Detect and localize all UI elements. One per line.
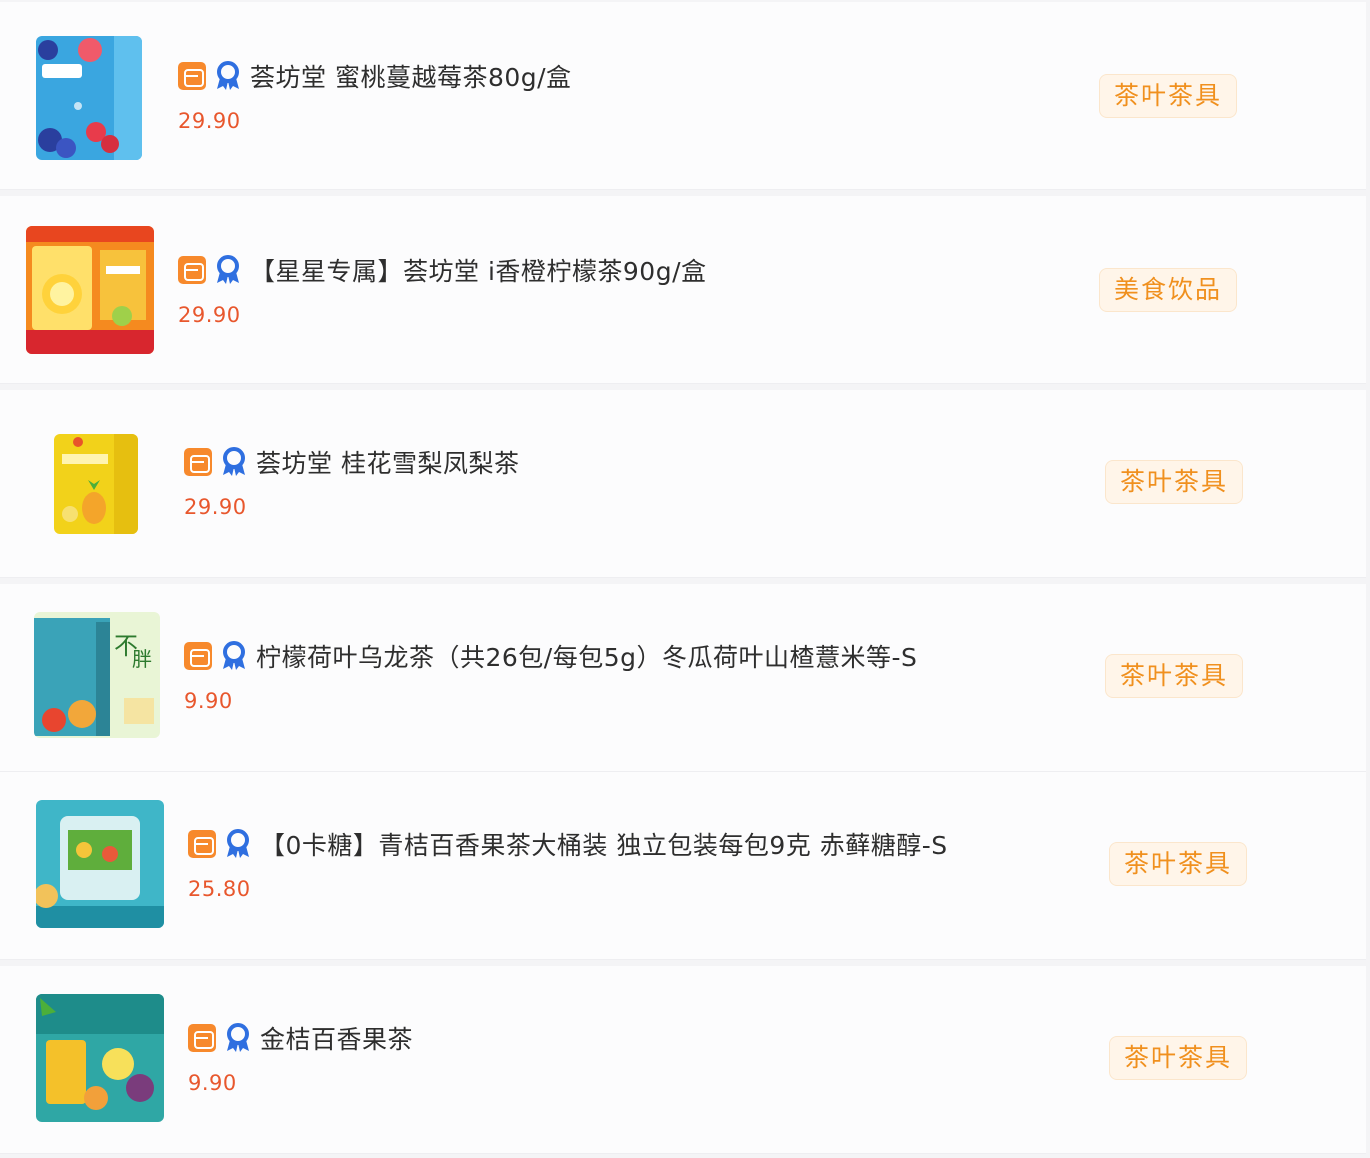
shop-icon <box>178 256 206 284</box>
list-item[interactable]: 荟坊堂 蜜桃蔓越莓茶80g/盒 29.90 茶叶茶具 <box>0 2 1366 190</box>
shop-icon <box>178 62 206 90</box>
product-price: 25.80 <box>188 877 251 901</box>
product-image[interactable] <box>36 800 164 928</box>
product-list: 荟坊堂 蜜桃蔓越莓茶80g/盒 29.90 茶叶茶具 【星星专属】荟坊堂 i香橙… <box>0 0 1370 1158</box>
product-title[interactable]: 荟坊堂 蜜桃蔓越莓茶80g/盒 <box>250 58 572 94</box>
category-tag[interactable]: 茶叶茶具 <box>1109 1036 1247 1080</box>
list-item[interactable]: 【星星专属】荟坊堂 i香橙柠檬茶90g/盒 29.90 美食饮品 <box>0 196 1366 384</box>
award-badge-icon <box>214 61 242 91</box>
product-image[interactable] <box>26 226 154 354</box>
product-price: 29.90 <box>178 303 241 327</box>
svg-text:胖: 胖 <box>132 647 152 671</box>
award-badge-icon <box>220 447 248 477</box>
product-title[interactable]: 金桔百香果茶 <box>260 1020 413 1056</box>
product-price: 29.90 <box>178 109 241 133</box>
shop-icon <box>188 830 216 858</box>
list-item[interactable]: 不 胖 柠檬荷叶乌龙茶（共26包/每包5g）冬瓜荷叶山楂薏米等-S 9.90 茶… <box>0 584 1366 772</box>
product-image[interactable] <box>36 36 142 160</box>
product-title[interactable]: 【0卡糖】青桔百香果茶大桶装 独立包装每包9克 赤藓糖醇-S <box>260 826 948 862</box>
product-price: 29.90 <box>184 495 247 519</box>
category-tag[interactable]: 茶叶茶具 <box>1099 74 1237 118</box>
shop-icon <box>184 642 212 670</box>
award-badge-icon <box>214 255 242 285</box>
shop-icon <box>188 1024 216 1052</box>
product-price: 9.90 <box>184 689 233 713</box>
list-item[interactable]: 荟坊堂 桂花雪梨凤梨茶 29.90 茶叶茶具 <box>0 390 1366 578</box>
award-badge-icon <box>224 829 252 859</box>
category-tag[interactable]: 美食饮品 <box>1099 268 1237 312</box>
list-item[interactable]: 【0卡糖】青桔百香果茶大桶装 独立包装每包9克 赤藓糖醇-S 25.80 茶叶茶… <box>0 772 1366 960</box>
product-title[interactable]: 柠檬荷叶乌龙茶（共26包/每包5g）冬瓜荷叶山楂薏米等-S <box>256 638 917 674</box>
product-price: 9.90 <box>188 1071 237 1095</box>
category-tag[interactable]: 茶叶茶具 <box>1105 654 1243 698</box>
award-badge-icon <box>224 1023 252 1053</box>
product-image[interactable] <box>36 994 164 1122</box>
shop-icon <box>184 448 212 476</box>
product-title[interactable]: 【星星专属】荟坊堂 i香橙柠檬茶90g/盒 <box>250 252 707 288</box>
product-title[interactable]: 荟坊堂 桂花雪梨凤梨茶 <box>256 444 519 480</box>
product-image[interactable]: 不 胖 <box>34 612 160 738</box>
category-tag[interactable]: 茶叶茶具 <box>1109 842 1247 886</box>
product-image[interactable] <box>54 434 138 534</box>
list-item[interactable]: 金桔百香果茶 9.90 茶叶茶具 <box>0 966 1366 1154</box>
category-tag[interactable]: 茶叶茶具 <box>1105 460 1243 504</box>
award-badge-icon <box>220 641 248 671</box>
